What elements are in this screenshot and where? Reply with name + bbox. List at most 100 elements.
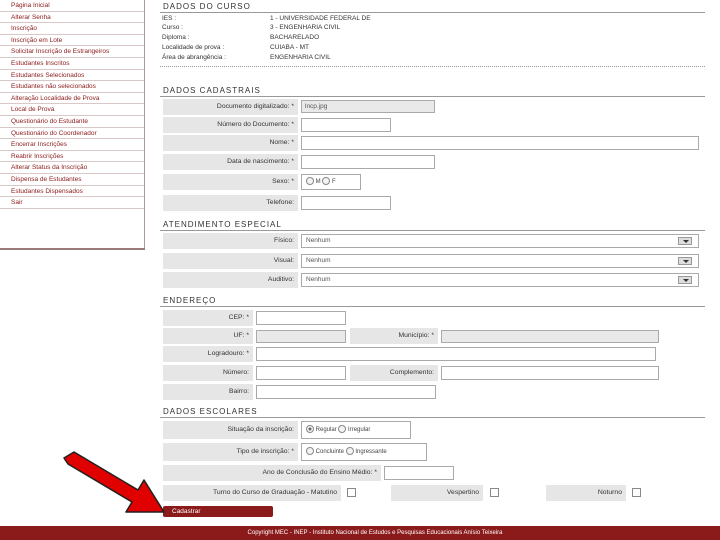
sidebar-item-inscricao[interactable]: Inscrição	[0, 23, 144, 35]
situacao-irregular-label: Irregular	[348, 427, 371, 433]
info-key: Localidade de prova :	[162, 44, 225, 51]
sidebar-item-questionario-coordenador[interactable]: Questionário do Coordenador	[0, 128, 144, 140]
numero-label: Número:	[163, 365, 253, 381]
bairro-field[interactable]	[256, 385, 436, 399]
section-divider	[160, 417, 705, 418]
sexo-m-label: M	[315, 179, 321, 185]
footer-copyright: Copyright MEC - INEP - Instituto Naciona…	[0, 526, 720, 540]
cep-label: CEP: *	[163, 310, 253, 326]
auditivo-select-value: Nenhum	[306, 276, 331, 283]
sidebar-item-inscricao-lote[interactable]: Inscrição em Lote	[0, 35, 144, 47]
info-key: IES :	[162, 15, 177, 22]
section-divider	[160, 306, 705, 307]
chevron-down-icon[interactable]	[678, 237, 692, 245]
logradouro-field[interactable]	[256, 347, 656, 361]
sexo-f-label: F	[332, 179, 336, 185]
fisico-select-value: Nenhum	[306, 237, 331, 244]
documento-field[interactable]: lncp.jpg	[301, 100, 435, 113]
sidebar-item-estudantes-selecionados[interactable]: Estudantes Selecionados	[0, 70, 144, 82]
section-divider	[160, 230, 705, 231]
sexo-m-radio[interactable]	[306, 177, 314, 186]
numero-field[interactable]	[256, 366, 346, 380]
section-divider	[160, 12, 705, 13]
sidebar-item-reabrir-inscricoes[interactable]: Reabrir Inscrições	[0, 151, 144, 163]
cadastrar-button[interactable]: Cadastrar	[163, 506, 273, 517]
numero-documento-field[interactable]	[301, 118, 391, 132]
auditivo-label: Auditivo:	[163, 272, 298, 288]
annotation-arrow-shape	[63, 451, 165, 513]
sidebar-item-local-prova[interactable]: Local de Prova	[0, 104, 144, 116]
sidebar-item-estudantes-inscritos[interactable]: Estudantes Inscritos	[0, 58, 144, 70]
sidebar-item-dispensa-estudantes[interactable]: Dispensa de Estudantes	[0, 174, 144, 186]
turno-noturno-checkbox[interactable]	[632, 488, 641, 497]
sidebar-item-estudantes-nao-selecionados[interactable]: Estudantes não selecionados	[0, 81, 144, 93]
info-key: Área de abrangência :	[162, 54, 226, 61]
uf-select[interactable]	[256, 330, 346, 343]
sidebar-item-estudantes-dispensados[interactable]: Estudantes Dispensados	[0, 186, 144, 198]
tipo-concluinte-radio[interactable]	[306, 447, 314, 456]
documento-label: Documento digitalizado: *	[163, 99, 298, 115]
ano-conclusao-label: Ano de Conclusão do Ensino Médio: *	[163, 465, 381, 481]
situacao-irregular-radio[interactable]	[338, 425, 347, 434]
sidebar-item-questionario-estudante[interactable]: Questionário do Estudante	[0, 116, 144, 128]
section-divider	[160, 96, 705, 97]
situacao-regular-label: Regular	[315, 427, 337, 433]
complemento-field[interactable]	[441, 366, 659, 380]
complemento-label: Complemento:	[350, 365, 438, 381]
main-form: DADOS DO CURSO IES : 1 - UNIVERSIDADE FE…	[160, 0, 705, 525]
sexo-radio-group: M F	[301, 174, 361, 190]
municipio-select[interactable]	[441, 330, 659, 343]
tipo-concluinte-label: Concluinte	[315, 449, 345, 455]
info-key: Diploma :	[162, 34, 190, 41]
numero-documento-label: Número do Documento: *	[163, 117, 298, 133]
sidebar-item-pagina-inicial[interactable]: Página Inicial	[0, 0, 144, 12]
section-title-endereco: ENDEREÇO	[163, 296, 217, 305]
sidebar-item-encerrar-inscricoes[interactable]: Encerrar Inscrições	[0, 139, 144, 151]
nome-field[interactable]	[301, 136, 699, 150]
fisico-label: Físico:	[163, 233, 298, 249]
info-key: Curso :	[162, 24, 183, 31]
tipo-ingressante-label: Ingressante	[355, 449, 387, 455]
turno-matutino-checkbox[interactable]	[347, 488, 356, 497]
sidebar-item-alterar-senha[interactable]: Alterar Senha	[0, 12, 144, 24]
cep-field[interactable]	[256, 311, 346, 325]
situacao-regular-radio[interactable]	[306, 425, 314, 434]
nascimento-field[interactable]	[301, 155, 435, 169]
municipio-label: Município: *	[350, 328, 438, 344]
visual-select[interactable]: Nenhum	[301, 254, 699, 268]
info-value: 3 - ENGENHARIA CIVIL	[270, 24, 341, 31]
annotation-arrow-icon	[63, 451, 165, 513]
section-title-atendimento: ATENDIMENTO ESPECIAL	[163, 220, 282, 229]
situacao-label: Situação da inscrição:	[163, 421, 298, 439]
fisico-select[interactable]: Nenhum	[301, 234, 699, 248]
chevron-down-icon[interactable]	[678, 257, 692, 265]
nome-label: Nome: *	[163, 135, 298, 151]
section-divider	[160, 66, 705, 67]
sidebar-item-inscricao-estrangeiros[interactable]: Solicitar Inscrição de Estrangeiros	[0, 46, 144, 58]
section-title-cadastrais: DADOS CADASTRAIS	[163, 86, 261, 95]
turno-noturno-label: Noturno	[546, 485, 626, 501]
info-value: BACHARELADO	[270, 34, 320, 41]
nascimento-label: Data de nascimento: *	[163, 154, 298, 170]
telefone-label: Telefone:	[163, 195, 298, 211]
tipo-inscricao-radio-group: Concluinte Ingressante	[301, 443, 427, 461]
situacao-radio-group: Regular Irregular	[301, 421, 411, 439]
sidebar-item-alterar-status[interactable]: Alterar Status da Inscrição	[0, 162, 144, 174]
info-value: 1 - UNIVERSIDADE FEDERAL DE	[270, 15, 371, 22]
auditivo-select[interactable]: Nenhum	[301, 273, 699, 287]
tipo-inscricao-label: Tipo de inscrição: *	[163, 443, 298, 461]
telefone-field[interactable]	[301, 196, 391, 210]
tipo-ingressante-radio[interactable]	[345, 447, 354, 456]
sidebar-item-sair[interactable]: Sair	[0, 197, 144, 209]
sexo-f-radio[interactable]	[322, 177, 331, 186]
chevron-down-icon[interactable]	[678, 276, 692, 284]
sexo-label: Sexo: *	[163, 174, 298, 190]
uf-label: UF: *	[163, 328, 253, 344]
sidebar-item-alteracao-localidade[interactable]: Alteração Localidade de Prova	[0, 93, 144, 105]
turno-vespertino-label: Vespertino	[391, 485, 483, 501]
visual-select-value: Nenhum	[306, 257, 331, 264]
ano-conclusao-field[interactable]	[384, 466, 454, 480]
turno-matutino-label: Turno do Curso de Graduação - Matutino	[163, 485, 341, 501]
turno-vespertino-checkbox[interactable]	[490, 488, 499, 497]
sidebar-divider	[0, 248, 145, 250]
